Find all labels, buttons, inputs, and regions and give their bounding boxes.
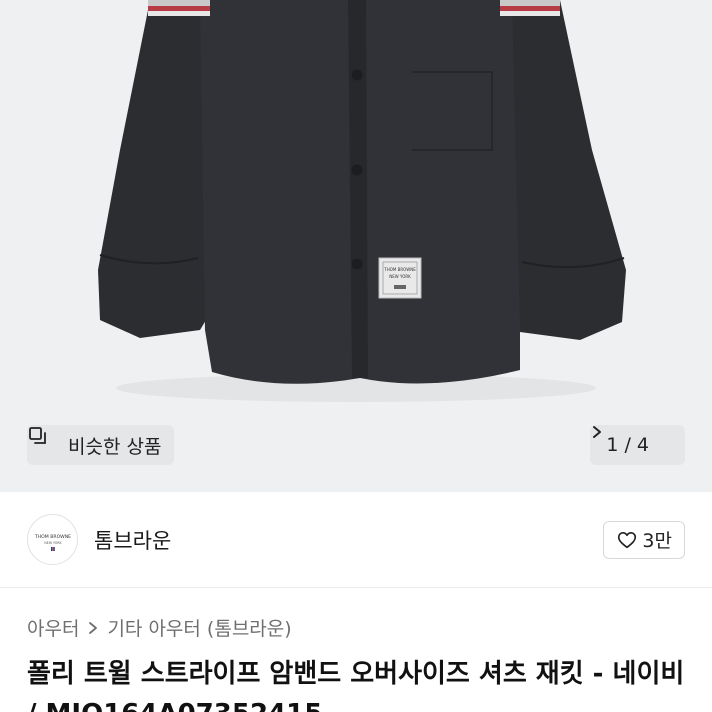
seller-logo-line-2: NEW YORK (44, 541, 62, 545)
breadcrumb-item-category[interactable]: 아우터 (27, 614, 79, 641)
chevron-right-icon (87, 621, 99, 635)
breadcrumb: 아우터 기타 아우터 (톰브라운) (27, 614, 292, 641)
product-photo: THOM BROWNE NEW YORK (98, 0, 626, 402)
seller-avatar[interactable]: THOM BROWNE NEW YORK (27, 514, 78, 565)
label-line-2: NEW YORK (389, 274, 411, 279)
similar-items-label: 비슷한 상품 (68, 435, 162, 458)
heart-icon (616, 529, 638, 551)
chevron-right-icon (593, 426, 671, 452)
like-count: 3만 (642, 530, 672, 552)
seller-logo-line-1: THOM BROWNE (33, 534, 70, 540)
seller-name[interactable]: 톰브라운 (94, 525, 171, 555)
similar-items-icon (29, 427, 61, 456)
product-image-gallery[interactable]: THOM BROWNE NEW YORK 비슷한 상품 1 / 4 (0, 0, 712, 492)
similar-items-button[interactable]: 비슷한 상품 (27, 425, 175, 465)
like-button[interactable]: 3만 (603, 520, 685, 559)
breadcrumb-item-subcategory[interactable]: 기타 아우터 (톰브라운) (107, 614, 291, 641)
product-title: 폴리 트윌 스트라이프 암밴드 오버사이즈 셔츠 재킷 - 네이비 / MJO1… (27, 659, 685, 712)
seller-row[interactable]: THOM BROWNE NEW YORK 톰브라운 3만 (0, 492, 712, 588)
image-pager-text: 1 / 4 (606, 434, 649, 456)
label-line-1: THOM BROWNE (383, 267, 416, 272)
image-pager[interactable]: 1 / 4 (590, 425, 685, 465)
seller-logo: THOM BROWNE NEW YORK (33, 534, 71, 551)
